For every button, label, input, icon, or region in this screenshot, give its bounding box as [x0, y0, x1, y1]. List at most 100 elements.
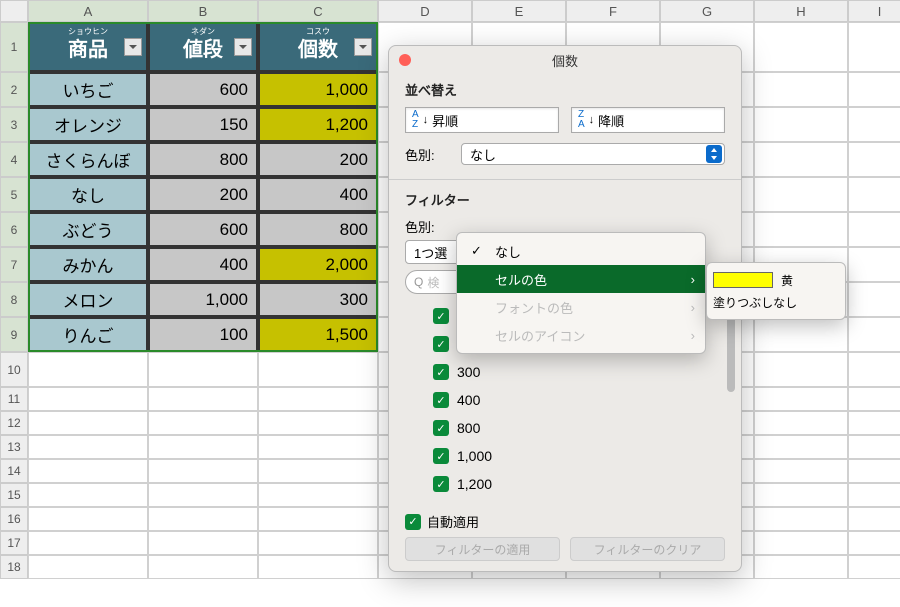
- row-header[interactable]: 12: [0, 411, 28, 435]
- table-cell-price[interactable]: 600: [148, 212, 258, 247]
- empty-cell[interactable]: [848, 387, 900, 411]
- empty-cell[interactable]: [848, 107, 900, 142]
- submenu-none[interactable]: ✓ なし: [457, 237, 705, 265]
- empty-cell[interactable]: [848, 483, 900, 507]
- empty-cell[interactable]: [258, 459, 378, 483]
- empty-cell[interactable]: [148, 435, 258, 459]
- empty-cell[interactable]: [28, 435, 148, 459]
- row-header[interactable]: 6: [0, 212, 28, 247]
- empty-cell[interactable]: [848, 435, 900, 459]
- row-header[interactable]: 14: [0, 459, 28, 483]
- table-cell-count[interactable]: 200: [258, 142, 378, 177]
- empty-cell[interactable]: [754, 107, 848, 142]
- row-header[interactable]: 5: [0, 177, 28, 212]
- apply-filter-button[interactable]: フィルターの適用: [405, 537, 560, 561]
- submenu-cell-color[interactable]: セルの色 ›: [457, 265, 705, 293]
- row-header[interactable]: 7: [0, 247, 28, 282]
- empty-cell[interactable]: [754, 177, 848, 212]
- table-cell-product[interactable]: なし: [28, 177, 148, 212]
- empty-cell[interactable]: [848, 411, 900, 435]
- empty-cell[interactable]: [28, 411, 148, 435]
- row-header[interactable]: 15: [0, 483, 28, 507]
- empty-cell[interactable]: [28, 531, 148, 555]
- empty-cell[interactable]: [848, 531, 900, 555]
- table-cell-price[interactable]: 1,000: [148, 282, 258, 317]
- table-cell-product[interactable]: メロン: [28, 282, 148, 317]
- table-cell-count[interactable]: 300: [258, 282, 378, 317]
- table-cell-product[interactable]: いちご: [28, 72, 148, 107]
- empty-cell[interactable]: [258, 352, 378, 387]
- col-header-f[interactable]: F: [566, 0, 660, 22]
- row-header[interactable]: 17: [0, 531, 28, 555]
- empty-cell[interactable]: [258, 387, 378, 411]
- empty-cell[interactable]: [754, 212, 848, 247]
- table-cell-product[interactable]: ぶどう: [28, 212, 148, 247]
- row-header[interactable]: 4: [0, 142, 28, 177]
- empty-cell[interactable]: [848, 22, 900, 72]
- empty-cell[interactable]: [848, 142, 900, 177]
- table-cell-price[interactable]: 800: [148, 142, 258, 177]
- empty-cell[interactable]: [848, 507, 900, 531]
- table-cell-product[interactable]: りんご: [28, 317, 148, 352]
- auto-apply-checkbox[interactable]: ✓: [405, 514, 421, 530]
- empty-cell[interactable]: [754, 531, 848, 555]
- empty-cell[interactable]: [754, 483, 848, 507]
- empty-cell[interactable]: [148, 387, 258, 411]
- header-cell-count[interactable]: コスウ個数: [258, 22, 378, 72]
- check-item[interactable]: ✓1,000: [433, 442, 725, 470]
- empty-cell[interactable]: [754, 352, 848, 387]
- empty-cell[interactable]: [848, 459, 900, 483]
- empty-cell[interactable]: [148, 555, 258, 579]
- empty-cell[interactable]: [848, 212, 900, 247]
- table-cell-price[interactable]: 400: [148, 247, 258, 282]
- table-cell-count[interactable]: 1,000: [258, 72, 378, 107]
- table-cell-count[interactable]: 800: [258, 212, 378, 247]
- empty-cell[interactable]: [848, 555, 900, 579]
- row-header[interactable]: 16: [0, 507, 28, 531]
- empty-cell[interactable]: [754, 317, 848, 352]
- empty-cell[interactable]: [28, 352, 148, 387]
- row-header[interactable]: 3: [0, 107, 28, 142]
- empty-cell[interactable]: [28, 387, 148, 411]
- empty-cell[interactable]: [258, 483, 378, 507]
- check-item[interactable]: ✓1,200: [433, 470, 725, 498]
- empty-cell[interactable]: [754, 507, 848, 531]
- table-cell-price[interactable]: 100: [148, 317, 258, 352]
- empty-cell[interactable]: [754, 411, 848, 435]
- empty-cell[interactable]: [848, 72, 900, 107]
- row-header[interactable]: 9: [0, 317, 28, 352]
- col-header-g[interactable]: G: [660, 0, 754, 22]
- empty-cell[interactable]: [148, 483, 258, 507]
- filter-dropdown-icon[interactable]: [124, 38, 142, 56]
- empty-cell[interactable]: [754, 459, 848, 483]
- col-header-i[interactable]: I: [848, 0, 900, 22]
- empty-cell[interactable]: [148, 531, 258, 555]
- empty-cell[interactable]: [848, 317, 900, 352]
- empty-cell[interactable]: [258, 507, 378, 531]
- empty-cell[interactable]: [848, 177, 900, 212]
- row-header[interactable]: 1: [0, 22, 28, 72]
- table-cell-price[interactable]: 150: [148, 107, 258, 142]
- empty-cell[interactable]: [148, 459, 258, 483]
- col-header-h[interactable]: H: [754, 0, 848, 22]
- empty-cell[interactable]: [754, 142, 848, 177]
- swatch-nofill[interactable]: 塗りつぶしなし: [713, 291, 839, 313]
- row-header[interactable]: 13: [0, 435, 28, 459]
- filter-dropdown-icon[interactable]: [354, 38, 372, 56]
- table-cell-price[interactable]: 200: [148, 177, 258, 212]
- empty-cell[interactable]: [28, 459, 148, 483]
- table-cell-count[interactable]: 2,000: [258, 247, 378, 282]
- header-cell-price[interactable]: ネダン値段: [148, 22, 258, 72]
- scrollbar[interactable]: [727, 302, 735, 502]
- table-cell-count[interactable]: 1,500: [258, 317, 378, 352]
- empty-cell[interactable]: [148, 507, 258, 531]
- check-item[interactable]: ✓300: [433, 358, 725, 386]
- row-header[interactable]: 8: [0, 282, 28, 317]
- sort-color-select[interactable]: なし: [461, 143, 725, 165]
- empty-cell[interactable]: [258, 531, 378, 555]
- empty-cell[interactable]: [148, 411, 258, 435]
- table-cell-product[interactable]: みかん: [28, 247, 148, 282]
- table-cell-count[interactable]: 400: [258, 177, 378, 212]
- corner-cell[interactable]: [0, 0, 28, 22]
- empty-cell[interactable]: [754, 555, 848, 579]
